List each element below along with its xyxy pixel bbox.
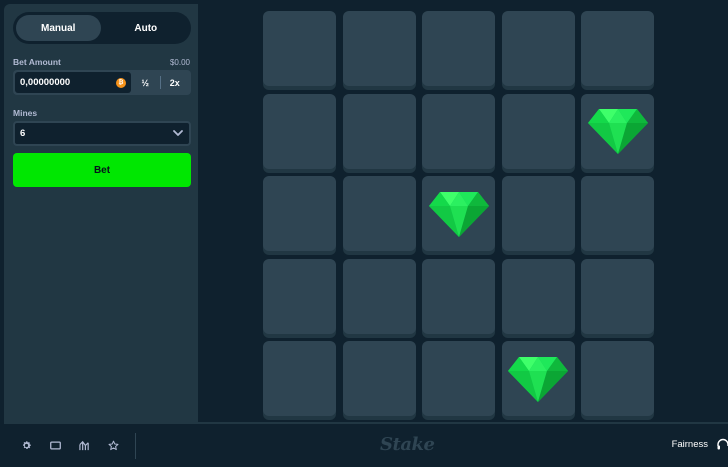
- tile-hidden[interactable]: [263, 93, 336, 169]
- headset-icon[interactable]: [716, 438, 728, 452]
- bet-button[interactable]: Bet: [13, 153, 191, 187]
- tile-gem[interactable]: [422, 176, 496, 251]
- mines-label-row: Mines: [13, 106, 190, 118]
- stats-icon[interactable]: [72, 434, 96, 458]
- tile-gem[interactable]: [581, 93, 655, 169]
- window-icon[interactable]: [43, 434, 67, 458]
- tile-hidden[interactable]: [501, 11, 575, 86]
- footer-bar: Stake Fairness: [4, 422, 728, 467]
- bet-sidebar: Manual Auto Bet Amount $0.00 ₿ ½ 2x Mine…: [4, 4, 198, 422]
- stake-logo: Stake: [380, 434, 435, 455]
- bet-amount-label-row: Bet Amount $0.00: [13, 55, 190, 67]
- gem-icon: [587, 109, 648, 154]
- tile-hidden[interactable]: [581, 258, 655, 334]
- tile-hidden[interactable]: [342, 341, 416, 416]
- footer-divider: [135, 432, 136, 459]
- mode-toggle: Manual Auto: [13, 12, 191, 44]
- tile-gem[interactable]: [501, 341, 575, 416]
- tile-hidden[interactable]: [581, 11, 655, 86]
- bet-amount-field: ₿: [15, 72, 131, 93]
- tile-hidden[interactable]: [342, 176, 416, 251]
- tile-hidden[interactable]: [342, 93, 416, 169]
- mines-label: Mines: [13, 108, 38, 118]
- gem-icon: [428, 191, 489, 237]
- bet-amount-row: ₿ ½ 2x: [13, 70, 191, 95]
- bitcoin-icon: ₿: [116, 77, 126, 88]
- star-icon[interactable]: [101, 434, 125, 458]
- bet-amount-usd: $0.00: [169, 58, 190, 67]
- tile-hidden[interactable]: [581, 341, 655, 416]
- game-board-area: [198, 4, 728, 422]
- tile-hidden[interactable]: [342, 258, 416, 334]
- tile-hidden[interactable]: [263, 176, 336, 251]
- mines-select[interactable]: 6: [13, 121, 191, 146]
- bet-amount-label: Bet Amount: [13, 57, 61, 67]
- tile-hidden[interactable]: [501, 258, 575, 334]
- double-bet-button[interactable]: 2x: [161, 72, 190, 93]
- half-bet-button[interactable]: ½: [131, 72, 160, 93]
- mines-selected-value: 6: [20, 128, 26, 139]
- bet-amount-input[interactable]: [20, 77, 116, 88]
- tile-hidden[interactable]: [501, 176, 575, 251]
- tile-hidden[interactable]: [263, 258, 336, 334]
- chevron-down-icon: [173, 130, 183, 136]
- tile-hidden[interactable]: [422, 258, 496, 334]
- tile-hidden[interactable]: [581, 176, 655, 251]
- tile-hidden[interactable]: [422, 93, 496, 169]
- mines-game-window: Manual Auto Bet Amount $0.00 ₿ ½ 2x Mine…: [4, 4, 728, 467]
- tile-hidden[interactable]: [342, 11, 416, 86]
- tab-manual[interactable]: Manual: [16, 15, 101, 41]
- tile-hidden[interactable]: [422, 11, 496, 86]
- tile-hidden[interactable]: [422, 341, 496, 416]
- tile-hidden[interactable]: [263, 341, 336, 416]
- fairness-link[interactable]: Fairness: [672, 439, 708, 450]
- tile-hidden[interactable]: [263, 11, 336, 86]
- tile-hidden[interactable]: [501, 93, 575, 169]
- gem-icon: [508, 356, 569, 402]
- mines-grid: [263, 11, 655, 416]
- gear-icon[interactable]: [14, 434, 38, 458]
- tab-auto[interactable]: Auto: [104, 15, 189, 41]
